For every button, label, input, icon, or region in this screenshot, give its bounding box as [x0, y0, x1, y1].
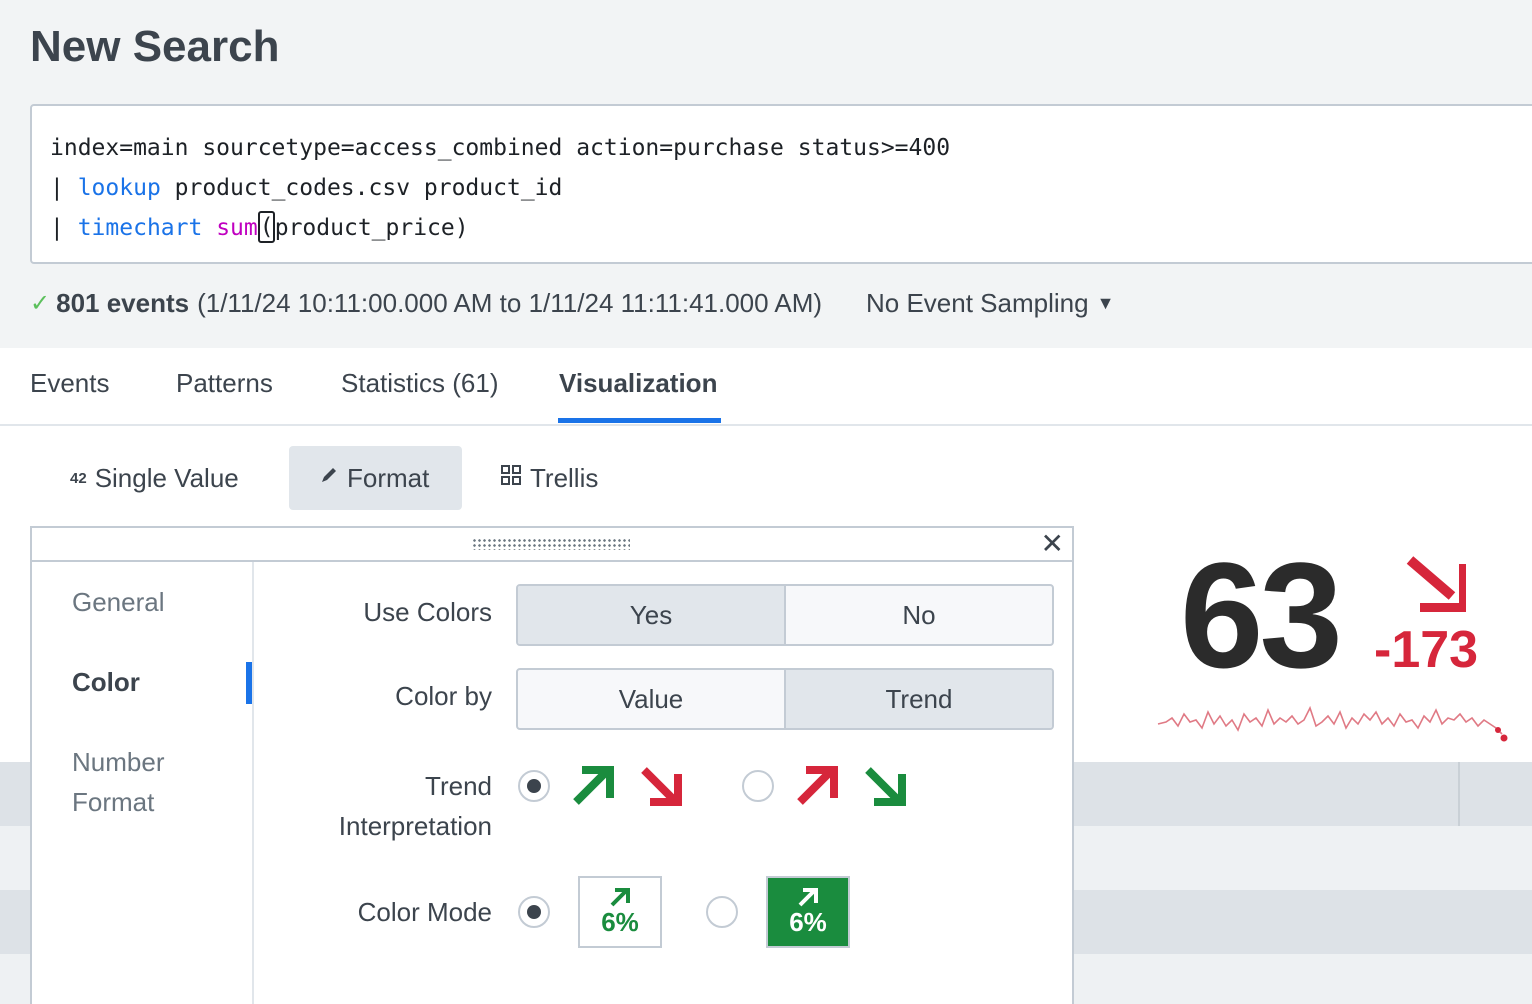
nav-item-number-format[interactable]: Number Format	[72, 742, 212, 822]
use-colors-toggle: Yes No	[516, 584, 1054, 646]
arrow-down-red-icon	[641, 767, 682, 806]
search-command-lookup: lookup	[77, 175, 161, 201]
trellis-button[interactable]: Trellis	[470, 446, 628, 510]
trend-down-icon	[1404, 556, 1469, 617]
arrow-up-green-icon	[610, 887, 630, 906]
sparkline	[1157, 705, 1508, 742]
color-mode-radio-text[interactable]	[518, 896, 550, 928]
search-line-3-args: product_price)	[274, 215, 469, 241]
job-status: ✓ 801 events (1/11/24 10:11:00.000 AM to…	[30, 288, 822, 319]
color-mode-radio-block[interactable]	[706, 896, 738, 928]
trend-interpretation-radio-2[interactable]	[742, 770, 774, 802]
nav-item-general[interactable]: General	[72, 582, 165, 622]
color-by-trend-button[interactable]: Trend	[784, 670, 1052, 728]
use-colors-no-button[interactable]: No	[784, 586, 1052, 644]
color-mode-label: Color Mode	[357, 897, 492, 927]
arrow-up-red-icon	[797, 766, 838, 805]
color-mode-text-preview[interactable]: 6%	[578, 876, 662, 948]
brush-icon	[319, 465, 339, 491]
checkmark-icon: ✓	[30, 290, 51, 317]
active-tab-indicator	[558, 418, 721, 423]
tab-visualization[interactable]: Visualization	[559, 368, 717, 399]
event-count: 801 events	[56, 288, 190, 318]
search-input[interactable]: index=main sourcetype=access_combined ac…	[30, 104, 1532, 264]
grid-icon	[500, 464, 522, 492]
results-tabs: Events Patterns Statistics (61) Visualiz…	[0, 348, 1532, 426]
search-pipe: |	[50, 215, 78, 241]
search-line-2-args: product_codes.csv product_id	[160, 175, 563, 201]
search-command-timechart: timechart	[77, 215, 203, 241]
search-line-1: index=main sourcetype=access_combined ac…	[50, 135, 951, 161]
single-value-label: Single Value	[94, 462, 239, 493]
close-icon[interactable]: ✕	[1041, 530, 1064, 558]
color-mode-sample-value: 6%	[601, 906, 639, 937]
caret-down-icon: ▼	[1096, 293, 1115, 313]
drag-handle[interactable]	[472, 538, 630, 550]
format-label: Format	[347, 462, 430, 493]
use-colors-label: Use Colors	[363, 597, 492, 627]
trellis-label: Trellis	[530, 462, 599, 493]
format-panel: ✕ General Color Number Format Use Colors…	[30, 526, 1074, 1004]
color-by-toggle: Value Trend	[516, 668, 1054, 730]
tab-patterns[interactable]: Patterns	[176, 368, 273, 399]
text-cursor: (	[257, 210, 275, 243]
arrow-down-green-icon	[865, 767, 906, 806]
arrow-up-white-icon	[798, 887, 818, 906]
color-mode-block-preview[interactable]: 6%	[766, 876, 850, 948]
time-range: (1/11/24 10:11:00.000 AM to 1/11/24 11:1…	[197, 288, 823, 318]
page-title: New Search	[30, 22, 280, 71]
use-colors-yes-button[interactable]: Yes	[518, 586, 784, 644]
event-sampling-dropdown[interactable]: No Event Sampling ▼	[866, 288, 1114, 319]
format-nav: General Color Number Format	[32, 562, 254, 1004]
tab-statistics[interactable]: Statistics (61)	[341, 368, 499, 399]
trend-delta: -173	[1374, 621, 1479, 679]
column-divider	[1458, 762, 1460, 826]
color-mode-sample-value: 6%	[789, 906, 827, 937]
single-value-number: 63	[1180, 531, 1343, 699]
color-by-label: Color by	[395, 681, 492, 711]
arrow-up-green-icon	[573, 766, 614, 805]
event-sampling-label: No Event Sampling	[866, 288, 1089, 318]
search-pipe: |	[50, 175, 78, 201]
color-by-value-button[interactable]: Value	[518, 670, 784, 728]
search-function-sum: sum	[216, 215, 258, 241]
single-value-button[interactable]: 42 Single Value	[40, 446, 269, 510]
panel-header: ✕	[32, 528, 1072, 562]
format-button[interactable]: Format	[289, 446, 462, 510]
nav-item-color[interactable]: Color	[72, 662, 140, 702]
single-value-icon: 42	[70, 469, 87, 487]
nav-active-indicator	[246, 662, 252, 704]
trend-interpretation-radio-1[interactable]	[518, 770, 550, 802]
tab-events[interactable]: Events	[30, 368, 110, 399]
trend-interpretation-label: Trend Interpretation	[338, 771, 492, 841]
